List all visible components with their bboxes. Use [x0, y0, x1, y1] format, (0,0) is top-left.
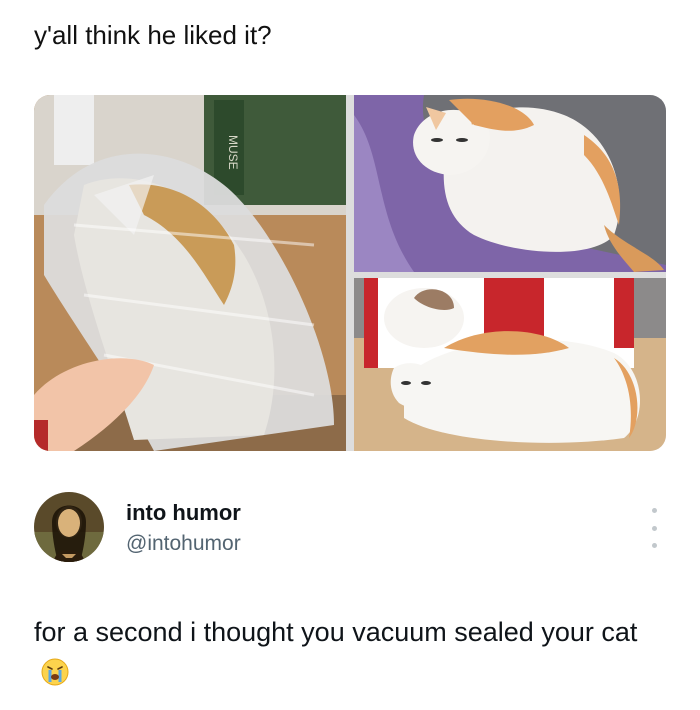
- cat-on-blanket-photo[interactable]: [354, 95, 666, 272]
- media-grid[interactable]: MUSE: [34, 95, 666, 451]
- author-handle[interactable]: @intohumor: [126, 532, 241, 556]
- dot: [651, 543, 657, 548]
- mona-lisa-avatar[interactable]: [34, 492, 104, 562]
- author-display-name[interactable]: into humor: [126, 500, 241, 526]
- dot: [651, 508, 657, 513]
- box-label: MUSE: [226, 135, 240, 170]
- author-row: into humor @intohumor: [34, 492, 666, 564]
- vacuum-sealed-cat-photo[interactable]: MUSE: [34, 95, 346, 451]
- tweet-body: for a second i thought you vacuum sealed…: [34, 617, 638, 647]
- more-options-icon[interactable]: [646, 508, 662, 548]
- dot: [651, 525, 657, 531]
- tweet-text: for a second i thought you vacuum sealed…: [34, 612, 666, 692]
- loudly-crying-face-emoji: [40, 657, 70, 687]
- cat-in-box-photo[interactable]: [354, 278, 666, 451]
- post-caption: y'all think he liked it?: [34, 20, 272, 50]
